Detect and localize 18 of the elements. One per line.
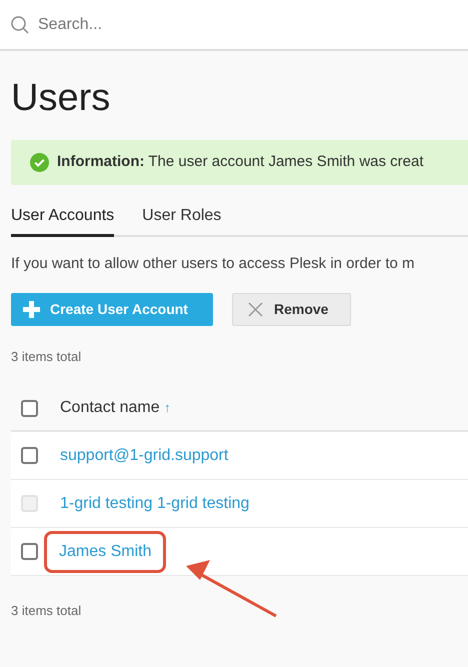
row-checkbox[interactable] bbox=[21, 400, 38, 416]
plus-icon bbox=[23, 300, 40, 318]
column-header[interactable]: Contact name ↑ bbox=[60, 396, 171, 420]
row-checkbox[interactable] bbox=[21, 447, 38, 464]
search-field[interactable]: Search... bbox=[0, 0, 468, 51]
tab[interactable]: User Roles bbox=[142, 204, 222, 237]
tab[interactable]: User Accounts bbox=[11, 204, 114, 237]
close-icon bbox=[247, 300, 264, 318]
search-icon bbox=[10, 14, 30, 34]
items-count: 3 items total bbox=[11, 348, 82, 366]
info-message: Information: The user account James Smith was creat bbox=[57, 152, 424, 172]
row-checkbox[interactable] bbox=[21, 543, 38, 560]
remove-button[interactable]: Remove bbox=[232, 292, 351, 326]
search-input[interactable]: Search... bbox=[38, 12, 458, 36]
description: If you want to allow other users to access Plesk in order to m bbox=[11, 254, 415, 274]
items-count: 3 items total bbox=[11, 602, 82, 620]
check-circle-icon bbox=[30, 153, 49, 172]
page-title: Users bbox=[11, 79, 110, 117]
